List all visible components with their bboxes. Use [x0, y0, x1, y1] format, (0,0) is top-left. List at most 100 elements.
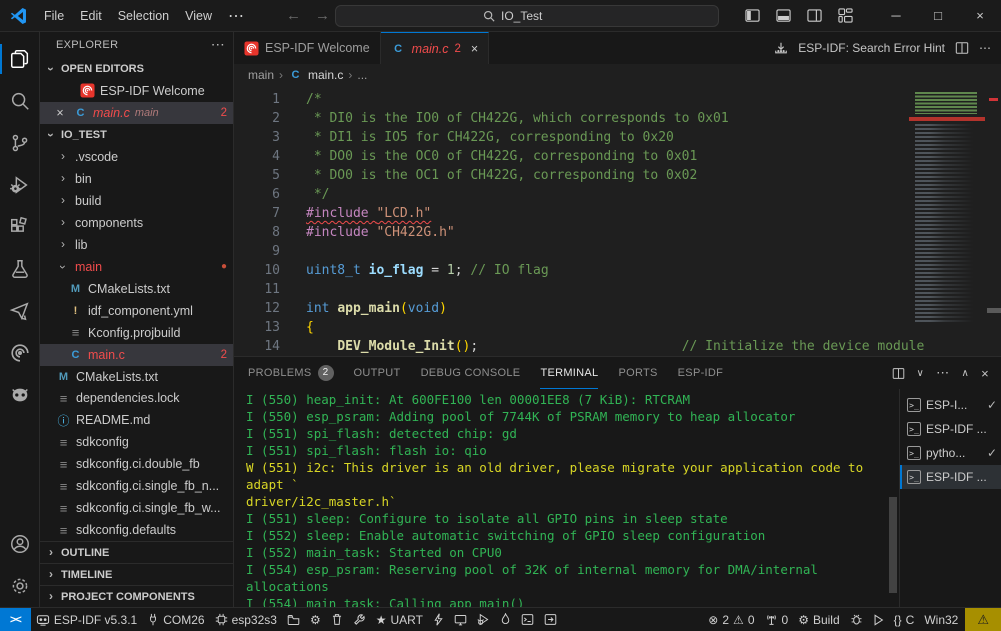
- terminal-output[interactable]: I (550) heap_init: At 600FE100 len 00001…: [234, 389, 887, 607]
- source-control-icon[interactable]: [0, 122, 40, 164]
- split-terminal-icon[interactable]: [892, 367, 905, 380]
- status-erase-flash[interactable]: [495, 608, 516, 631]
- status-cmake-build[interactable]: ⚙ Build: [793, 608, 844, 631]
- settings-gear-icon[interactable]: [0, 565, 40, 607]
- tree-item-cmakelists-main[interactable]: MCMakeLists.txt: [40, 278, 233, 300]
- tab-terminal[interactable]: TERMINAL: [540, 357, 598, 389]
- status-device-target[interactable]: esp32s3: [210, 608, 282, 631]
- launch-profile-chevron[interactable]: ∨: [917, 368, 925, 379]
- project-components-section[interactable]: ›PROJECT COMPONENTS: [40, 585, 233, 607]
- status-flash-type[interactable]: ★ UART: [371, 608, 428, 631]
- extensions-icon[interactable]: [0, 206, 40, 248]
- status-cmake-debug[interactable]: [845, 608, 868, 631]
- close-icon[interactable]: ×: [471, 42, 478, 56]
- nav-forward-icon[interactable]: →: [315, 7, 330, 24]
- terminal-scrollbar[interactable]: [887, 389, 899, 607]
- open-editors-header[interactable]: › OPEN EDITORS: [40, 58, 233, 80]
- tab-ports[interactable]: PORTS: [618, 357, 657, 389]
- tree-item-sdkconfig-single-fb-n[interactable]: ≡sdkconfig.ci.single_fb_n...: [40, 475, 233, 497]
- breadcrumb-symbol[interactable]: ...: [357, 68, 367, 82]
- customize-layout-icon[interactable]: [838, 8, 853, 23]
- tree-item-readme[interactable]: ⓘREADME.md: [40, 409, 233, 431]
- status-launch-target[interactable]: [868, 608, 889, 631]
- esp-idf-explorer-icon[interactable]: [0, 290, 40, 332]
- accounts-icon[interactable]: [0, 523, 40, 565]
- status-menuconfig[interactable]: ⚙: [305, 608, 326, 631]
- tree-item-sdkconfig[interactable]: ≡sdkconfig: [40, 431, 233, 453]
- flash-download-icon[interactable]: [774, 41, 788, 55]
- robot-assistant-icon[interactable]: [0, 374, 40, 416]
- esp-idf-search-error-hint[interactable]: ESP-IDF: Search Error Hint: [798, 41, 945, 55]
- window-close-button[interactable]: ×: [959, 0, 1001, 31]
- open-editor-mainc[interactable]: × C main.c main 2: [40, 102, 233, 124]
- menu-file[interactable]: File: [36, 9, 72, 23]
- command-center-search[interactable]: [335, 5, 719, 27]
- tab-mainc[interactable]: C main.c 2 ×: [381, 32, 490, 64]
- status-terminal[interactable]: [516, 608, 539, 631]
- tree-item-lib[interactable]: ›lib: [40, 234, 233, 256]
- run-debug-icon[interactable]: [0, 164, 40, 206]
- timeline-section[interactable]: ›TIMELINE: [40, 563, 233, 585]
- tree-item-components[interactable]: ›components: [40, 212, 233, 234]
- tree-item-dependencies-lock[interactable]: ≡dependencies.lock: [40, 387, 233, 409]
- tab-problems[interactable]: PROBLEMS2: [248, 357, 334, 389]
- status-export[interactable]: [539, 608, 562, 631]
- tree-item-idf-component[interactable]: !idf_component.yml: [40, 300, 233, 322]
- nav-back-icon[interactable]: ←: [286, 7, 301, 24]
- status-espidf-version[interactable]: ESP-IDF v5.3.1: [31, 608, 142, 631]
- search-activity-icon[interactable]: [0, 80, 40, 122]
- status-flash-device[interactable]: [428, 608, 449, 631]
- terminal-instance[interactable]: >_ESP-IDF ...: [900, 417, 1001, 441]
- espressif-icon[interactable]: [0, 332, 40, 374]
- editor-more-actions[interactable]: ⋯: [979, 41, 991, 55]
- status-build-tools[interactable]: [348, 608, 371, 631]
- breadcrumb-main[interactable]: main: [248, 68, 274, 82]
- status-platform[interactable]: Win32: [919, 608, 963, 631]
- outline-section[interactable]: ›OUTLINE: [40, 541, 233, 563]
- remote-indicator[interactable]: ><: [0, 608, 31, 631]
- tree-item-main[interactable]: ›main●: [40, 256, 233, 278]
- toggle-sidebar-icon[interactable]: [745, 8, 760, 23]
- search-input[interactable]: [501, 9, 571, 23]
- split-editor-icon[interactable]: [955, 41, 969, 55]
- status-ports-forwarded[interactable]: 0: [760, 608, 794, 631]
- explorer-more-actions[interactable]: ⋯: [211, 36, 225, 53]
- toggle-secondary-sidebar-icon[interactable]: [807, 8, 822, 23]
- window-minimize-button[interactable]: ─: [875, 0, 917, 31]
- maximize-panel-icon[interactable]: ∧: [961, 368, 969, 379]
- tab-output[interactable]: OUTPUT: [354, 357, 401, 389]
- status-language-mode[interactable]: {} C: [889, 608, 920, 631]
- window-maximize-button[interactable]: □: [917, 0, 959, 31]
- explorer-icon[interactable]: [0, 38, 40, 80]
- status-flash-method[interactable]: [282, 608, 305, 631]
- status-notification-warning[interactable]: ⚠: [965, 608, 1001, 631]
- tab-debug-console[interactable]: DEBUG CONSOLE: [421, 357, 521, 389]
- panel-more-actions[interactable]: ⋯: [936, 365, 949, 381]
- tab-esp-idf[interactable]: ESP-IDF: [678, 357, 724, 389]
- terminal-instance-selected[interactable]: >_ESP-IDF ...: [900, 465, 1001, 489]
- terminal-instance[interactable]: >_pytho...✓: [900, 441, 1001, 465]
- status-monitor-device[interactable]: [449, 608, 472, 631]
- status-com-port[interactable]: COM26: [142, 608, 209, 631]
- tree-item-bin[interactable]: ›bin: [40, 168, 233, 190]
- menu-view[interactable]: View: [177, 9, 220, 23]
- menu-more[interactable]: ⋯: [220, 6, 252, 26]
- status-full-clean[interactable]: [326, 608, 348, 631]
- menu-edit[interactable]: Edit: [72, 9, 110, 23]
- tree-item-sdkconfig-double-fb[interactable]: ≡sdkconfig.ci.double_fb: [40, 453, 233, 475]
- breadcrumb-mainc[interactable]: main.c: [308, 68, 343, 82]
- tree-item-sdkconfig-single-fb-w[interactable]: ≡sdkconfig.ci.single_fb_w...: [40, 497, 233, 519]
- close-icon[interactable]: ×: [52, 106, 68, 120]
- code-editor[interactable]: 1/* 2 * DI0 is the IO0 of CH422G, which …: [234, 86, 1001, 356]
- status-debug[interactable]: [472, 608, 495, 631]
- tree-item-sdkconfig-defaults[interactable]: ≡sdkconfig.defaults: [40, 519, 233, 541]
- tree-item-mainc[interactable]: Cmain.c2: [40, 344, 233, 366]
- tree-item-cmakelists-root[interactable]: MCMakeLists.txt: [40, 366, 233, 388]
- close-panel-icon[interactable]: ×: [981, 366, 989, 381]
- minimap[interactable]: [909, 88, 985, 344]
- editor-scrollbar[interactable]: [987, 86, 1001, 356]
- toggle-panel-icon[interactable]: [776, 8, 791, 23]
- open-editor-welcome[interactable]: ESP-IDF Welcome: [40, 80, 233, 102]
- tree-item-build[interactable]: ›build: [40, 190, 233, 212]
- menu-selection[interactable]: Selection: [110, 9, 177, 23]
